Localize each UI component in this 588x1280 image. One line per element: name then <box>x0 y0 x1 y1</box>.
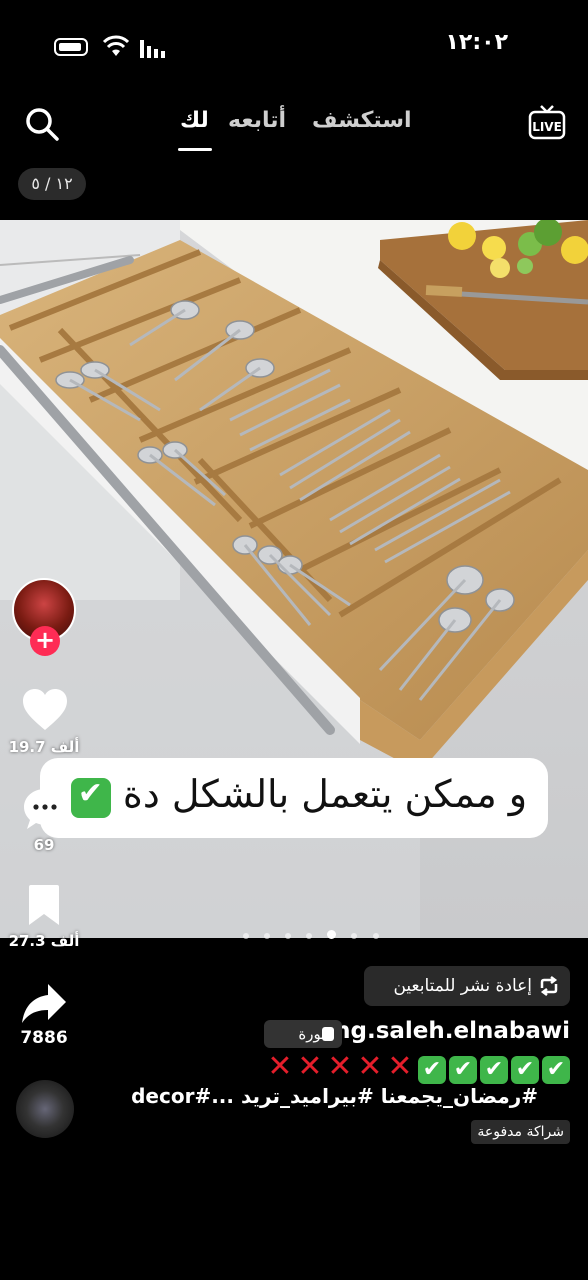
check-mark-icon: ✔ <box>511 1056 539 1084</box>
check-mark-icon: ✔ <box>418 1056 446 1084</box>
tab-explore[interactable]: استكشف <box>312 108 412 133</box>
creator-username[interactable]: eng.saleh.elnabawi <box>319 1018 570 1044</box>
carousel-dot-active[interactable] <box>327 930 337 939</box>
carousel-dot[interactable] <box>264 933 271 939</box>
wifi-icon <box>102 35 130 56</box>
check-mark-icon: ✔ <box>542 1056 570 1084</box>
caption-overlay: و ممكن يتعمل بالشكل دة <box>40 772 548 818</box>
caption-overlay-text: و ممكن يتعمل بالشكل دة <box>122 772 528 816</box>
battery-icon <box>54 38 88 56</box>
live-icon[interactable]: LIVE <box>528 104 566 142</box>
paid-partnership-label: شراكة مدفوعة <box>471 1120 570 1144</box>
bookmarks-count: 27.3 ألف <box>8 932 80 950</box>
comment-icon[interactable] <box>22 786 68 832</box>
music-disc-icon[interactable] <box>16 1080 74 1138</box>
check-mark-icon: ✔ <box>449 1056 477 1084</box>
heart-icon[interactable] <box>22 688 68 732</box>
bookmark-icon[interactable] <box>26 884 62 926</box>
cross-mark-icon: ✕ <box>327 1049 353 1084</box>
description-hashtags[interactable]: #رمضان_يجمعنا #بيراميد_تريد ...#decor <box>131 1084 538 1108</box>
cross-mark-icon: ✕ <box>387 1049 413 1084</box>
check-mark-icon: ✔ <box>480 1056 508 1084</box>
tab-for-you[interactable]: لك <box>180 108 209 133</box>
cross-mark-icon: ✕ <box>267 1049 293 1084</box>
repost-label: إعادة نشر للمتابعين <box>393 976 532 996</box>
carousel-dot[interactable] <box>306 933 313 939</box>
tab-following[interactable]: أتابعه <box>228 108 286 133</box>
carousel-dot[interactable] <box>243 933 249 939</box>
share-icon[interactable] <box>20 982 68 1024</box>
comments-count: 69 <box>33 836 55 854</box>
follow-plus-button[interactable]: + <box>30 626 60 656</box>
carousel-dot[interactable] <box>351 933 358 939</box>
likes-count: 19.7 ألف <box>8 738 80 756</box>
status-time: ١٢:٠٢ <box>445 30 508 55</box>
signal-icon <box>140 40 165 58</box>
cross-mark-icon: ✕ <box>357 1049 383 1084</box>
page-counter: ١٢ / ٥ <box>18 168 86 200</box>
active-tab-indicator <box>178 148 212 151</box>
carousel-dots <box>238 924 384 943</box>
shares-count: 7886 <box>20 1028 68 1048</box>
carousel-dot[interactable] <box>372 933 379 939</box>
carousel-dot[interactable] <box>285 933 292 939</box>
description-emoji-row: ✕ ✕ ✕ ✕ ✕ ✔ ✔ ✔ ✔ ✔ <box>265 1052 570 1084</box>
live-label: LIVE <box>532 120 562 134</box>
cross-mark-icon: ✕ <box>297 1049 323 1084</box>
photo-stack-icon <box>322 1027 334 1041</box>
repost-icon <box>540 976 558 996</box>
search-icon[interactable] <box>24 106 60 142</box>
check-emoji-icon <box>70 776 111 818</box>
